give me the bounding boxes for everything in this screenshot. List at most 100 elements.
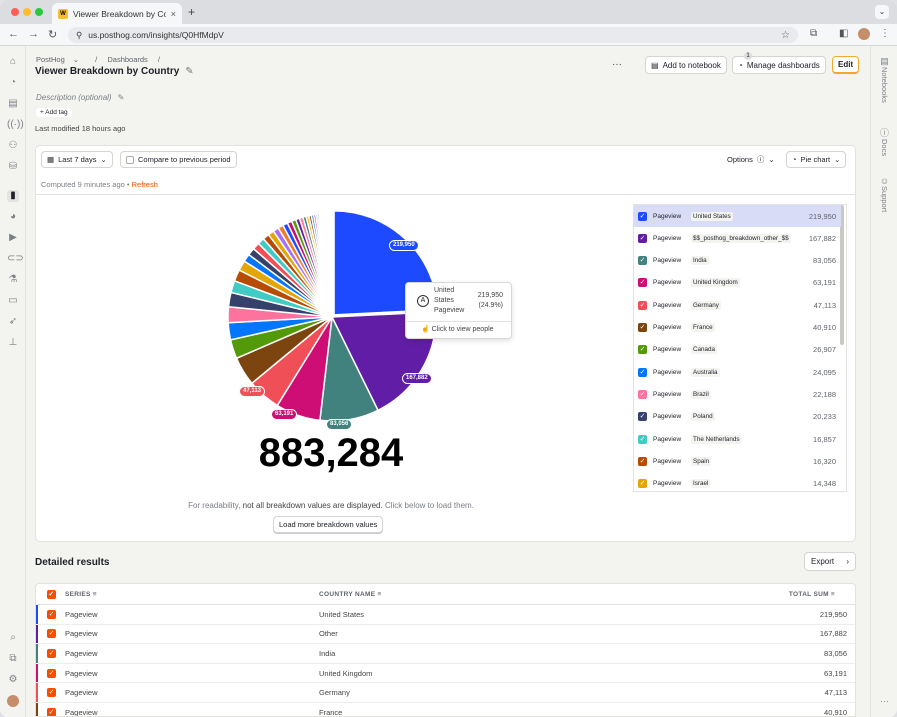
row-checkbox[interactable]: ✓ — [47, 683, 56, 702]
page-title[interactable]: Viewer Breakdown by Country — [35, 66, 179, 77]
toolbar-icon[interactable]: ⧉ — [7, 653, 19, 665]
breadcrumb-dashboards[interactable]: Dashboards — [107, 55, 147, 64]
row-checkbox[interactable]: ✓ — [47, 644, 56, 663]
legend-item[interactable]: ✓ Pageview The Netherlands 16,857 — [634, 428, 841, 450]
options-dropdown[interactable]: Options ⓘ ⌄ — [722, 151, 780, 168]
pencil-icon[interactable]: ✎ — [185, 66, 193, 77]
close-tab-icon[interactable]: × — [171, 9, 176, 19]
legend-checkbox[interactable]: ✓ — [638, 479, 647, 489]
experiments-icon[interactable]: ⚗ — [7, 274, 19, 286]
pipeline-icon[interactable]: ⊥ — [7, 337, 19, 349]
early-access-icon[interactable]: ➶ — [7, 316, 19, 328]
legend-item[interactable]: ✓ Pageview Israel 14,348 — [634, 473, 841, 491]
close-window-button[interactable] — [11, 8, 19, 16]
legend-checkbox[interactable]: ✓ — [638, 389, 647, 399]
legend-item[interactable]: ✓ Pageview Canada 26,907 — [634, 339, 841, 361]
chart-type-dropdown[interactable]: ◔ Pie chart ⌄ — [786, 151, 847, 168]
column-header-total[interactable]: TOTAL SUM ≡ — [789, 584, 835, 604]
compare-toggle[interactable]: Compare to previous period — [120, 151, 237, 168]
maximize-window-button[interactable] — [35, 8, 43, 16]
sidepanel-icon[interactable]: ◧ — [839, 28, 848, 39]
session-replay-icon[interactable]: ▶ — [7, 232, 19, 244]
column-header-series[interactable]: SERIES ≡ — [65, 584, 97, 604]
legend-checkbox[interactable]: ✓ — [638, 256, 647, 266]
extensions-icon[interactable]: ⧉ — [810, 28, 817, 39]
legend-checkbox[interactable]: ✓ — [638, 456, 647, 466]
add-to-notebook-button[interactable]: ▤ Add to notebook — [645, 56, 727, 74]
legend-checkbox[interactable]: ✓ — [638, 233, 647, 243]
legend-checkbox[interactable]: ✓ — [638, 300, 647, 310]
browser-menu-icon[interactable]: ⋮ — [880, 28, 890, 39]
bookmark-star-icon[interactable]: ☆ — [781, 30, 790, 41]
edit-button[interactable]: Edit — [832, 56, 860, 74]
select-all-checkbox[interactable]: ✓ — [47, 584, 56, 604]
browser-tab[interactable]: W Viewer Breakdown by Country × — [52, 3, 182, 24]
date-range-picker[interactable]: ▦ Last 7 days ⌄ — [41, 151, 113, 168]
row-checkbox[interactable]: ✓ — [47, 605, 56, 624]
export-button[interactable]: Export › — [804, 552, 856, 571]
sort-icon[interactable]: ≡ — [831, 591, 835, 598]
compare-checkbox[interactable] — [126, 155, 134, 164]
row-checkbox[interactable]: ✓ — [47, 625, 56, 644]
url-field[interactable]: ⚲ us.posthog.com/insights/Q0HfMdpV ☆ — [68, 27, 798, 43]
settings-icon[interactable]: ⚙ — [7, 674, 19, 686]
legend-item[interactable]: ✓ Pageview India 83,056 — [634, 250, 841, 272]
legend-checkbox[interactable]: ✓ — [638, 345, 647, 355]
web-analytics-icon[interactable]: ◕ — [7, 211, 19, 223]
legend-checkbox[interactable]: ✓ — [638, 367, 647, 377]
search-icon[interactable]: ⌕ — [7, 632, 19, 644]
add-tag-button[interactable]: + Add tag — [36, 108, 72, 117]
minimize-window-button[interactable] — [23, 8, 31, 16]
more-options-icon[interactable]: ··· — [612, 59, 622, 70]
feature-flags-icon[interactable]: ⊂⊃ — [7, 253, 24, 265]
legend-item[interactable]: ✓ Pageview Brazil 22,188 — [634, 383, 841, 405]
legend-item[interactable]: ✓ Pageview United Kingdom 63,191 — [634, 272, 841, 294]
legend-item[interactable]: ✓ Pageview Spain 16,320 — [634, 450, 841, 472]
legend-checkbox[interactable]: ✓ — [638, 278, 647, 288]
row-checkbox[interactable]: ✓ — [47, 703, 56, 716]
pencil-icon[interactable]: ✎ — [118, 93, 125, 102]
profile-avatar[interactable] — [858, 28, 870, 40]
surveys-icon[interactable]: ▭ — [7, 295, 19, 307]
view-people-link[interactable]: ☝ Click to view people — [421, 325, 494, 333]
dashboard-icon[interactable]: ◔ — [7, 77, 19, 89]
sort-icon[interactable]: ≡ — [377, 591, 381, 598]
legend-checkbox[interactable]: ✓ — [638, 323, 647, 332]
legend-checkbox[interactable]: ✓ — [638, 412, 647, 422]
site-info-icon[interactable]: ⚲ — [76, 30, 82, 41]
legend-item[interactable]: ✓ Pageview Australia 24,095 — [634, 361, 841, 383]
load-more-button[interactable]: Load more breakdown values — [273, 516, 384, 533]
row-checkbox[interactable]: ✓ — [47, 664, 56, 683]
tab-search-icon[interactable]: ⌄ — [875, 5, 889, 19]
docs-panel-tab[interactable]: ⓘ Docs — [871, 126, 897, 158]
data-management-icon[interactable]: ⛁ — [7, 161, 19, 173]
notebooks-panel-tab[interactable]: ▤ Notebooks — [871, 56, 897, 105]
legend-item[interactable]: ✓ Pageview Poland 20,233 — [634, 406, 841, 428]
product-analytics-icon[interactable]: ▮ — [7, 190, 19, 202]
legend-item[interactable]: ✓ Pageview United States 219,950 — [634, 205, 841, 227]
column-header-country[interactable]: COUNTRY NAME ≡ — [319, 584, 382, 604]
legend-item[interactable]: ✓ Pageview Germany 47,113 — [634, 294, 841, 316]
forward-icon[interactable]: → — [28, 28, 39, 40]
people-icon[interactable]: ⚇ — [7, 140, 19, 152]
support-panel-tab[interactable]: ☺ Support — [871, 176, 897, 214]
home-icon[interactable]: ⌂ — [7, 56, 19, 68]
user-avatar[interactable] — [7, 695, 19, 707]
more-icon[interactable]: ··· — [871, 696, 897, 706]
new-tab-icon[interactable]: + — [188, 5, 195, 19]
legend-checkbox[interactable]: ✓ — [638, 434, 647, 444]
back-icon[interactable]: ← — [8, 28, 19, 40]
sort-icon[interactable]: ≡ — [93, 591, 97, 598]
legend-checkbox[interactable]: ✓ — [638, 211, 647, 221]
cell-series: Pageview — [65, 648, 98, 658]
cell-country: Germany — [319, 688, 350, 698]
breadcrumb-posthog[interactable]: PostHog — [36, 55, 65, 64]
activity-icon[interactable]: ((·)) — [7, 119, 24, 131]
legend-value: 20,233 — [813, 412, 836, 422]
description-field[interactable]: Description (optional) ✎ — [36, 93, 124, 102]
legend-item[interactable]: ✓ Pageview $$_posthog_breakdown_other_$$ 16… — [634, 227, 841, 249]
notebook-icon[interactable]: ▤ — [7, 98, 19, 110]
refresh-link[interactable]: Refresh — [132, 180, 158, 189]
reload-icon[interactable]: ↻ — [48, 28, 57, 41]
legend-item[interactable]: ✓ Pageview France 40,910 — [634, 317, 841, 339]
